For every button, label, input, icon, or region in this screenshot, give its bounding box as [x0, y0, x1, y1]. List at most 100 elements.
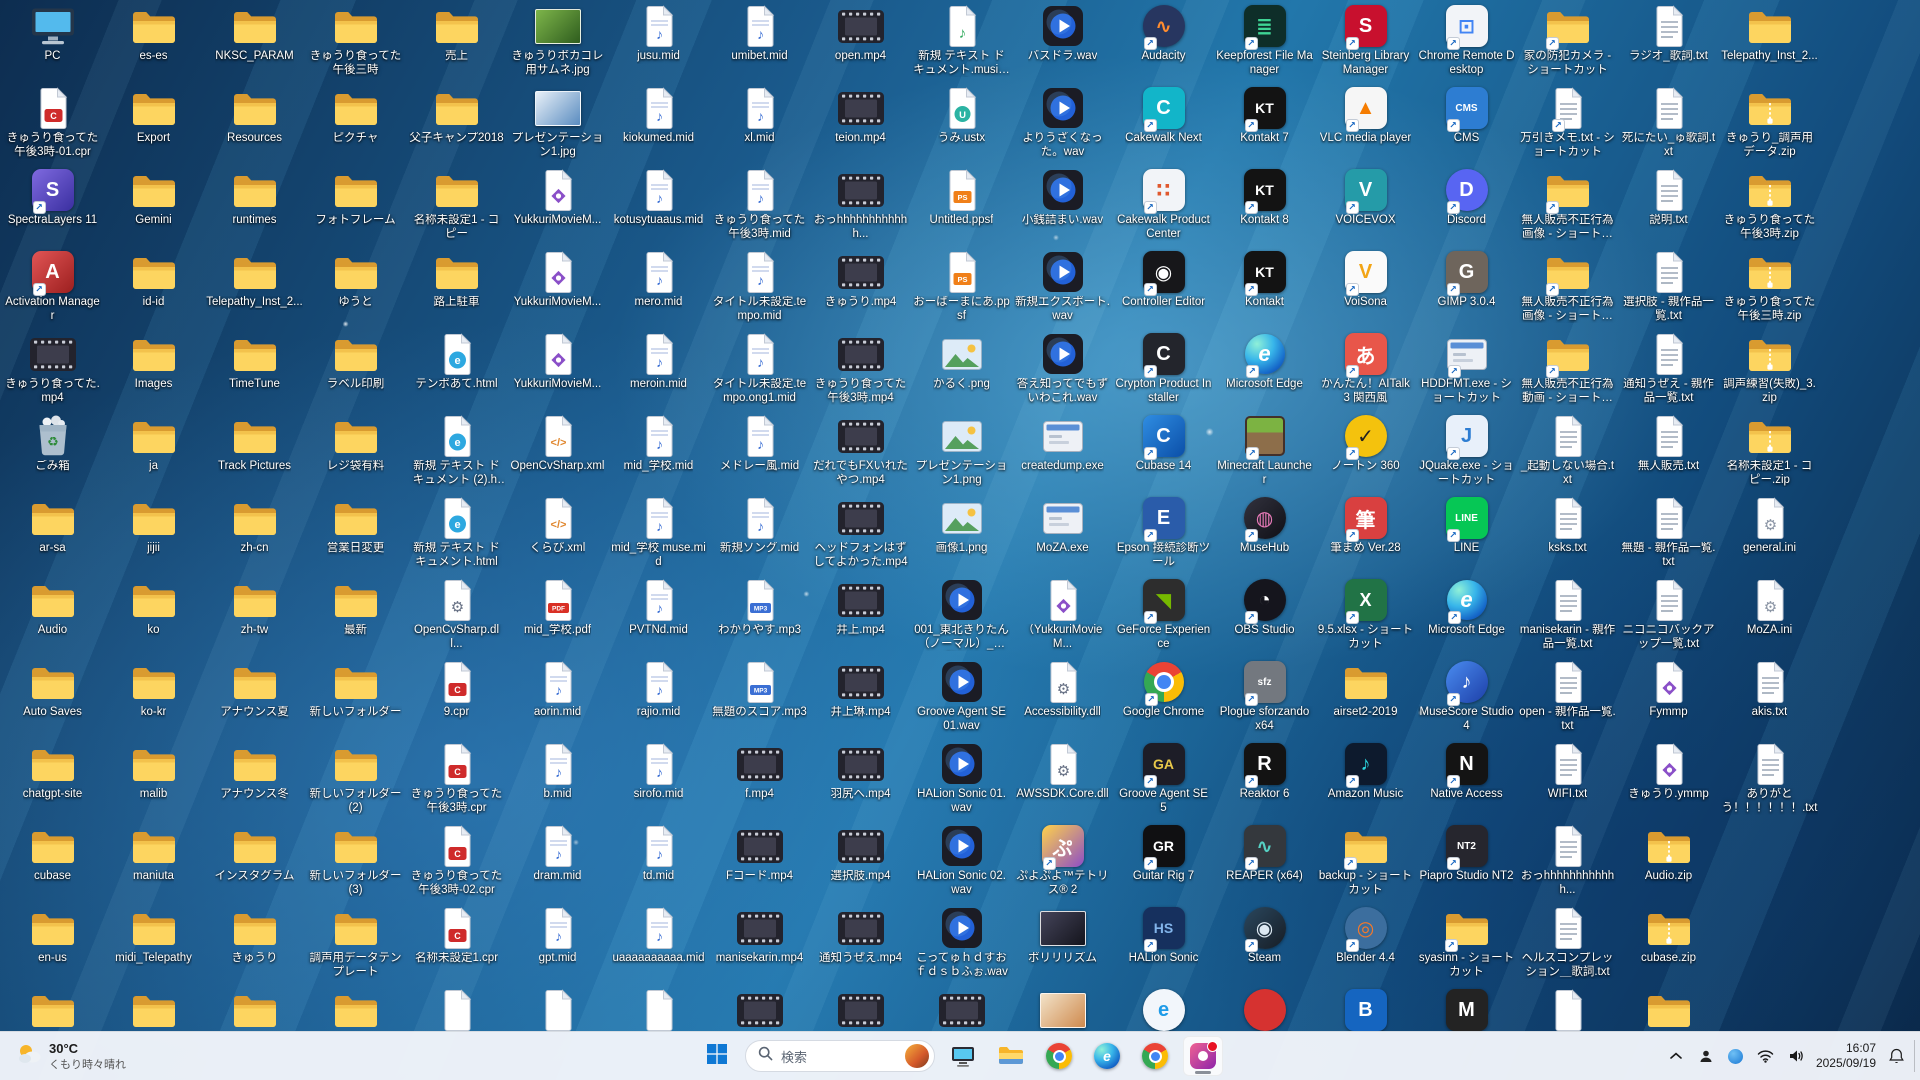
desktop-icon[interactable]: C9.cpr	[406, 656, 507, 738]
desktop-icon[interactable]: YukkuriMovieM...	[507, 246, 608, 328]
desktop-icon[interactable]: cubase.zip	[1618, 902, 1719, 984]
desktop-icon[interactable]: アナウンス冬	[204, 738, 305, 820]
desktop-icon[interactable]: ↗syasinn - ショートカット	[1416, 902, 1517, 984]
desktop-icon[interactable]: GA↗Groove Agent SE 5	[1113, 738, 1214, 820]
desktop-icon[interactable]: 小銭詰まい.wav	[1012, 164, 1113, 246]
desktop-icon[interactable]: KT↗Kontakt 7	[1214, 82, 1315, 164]
desktop-icon[interactable]: ニコニコバックアップ一覧.txt	[1618, 574, 1719, 656]
desktop-icon[interactable]: ♪aorin.mid	[507, 656, 608, 738]
desktop-icon[interactable]: MoZA.exe	[1012, 492, 1113, 574]
desktop-icon[interactable]: だれでもFXいれたやつ.mp4	[810, 410, 911, 492]
desktop-icon[interactable]: バスドラ.wav	[1012, 0, 1113, 82]
desktop-icon[interactable]: 新しいフォルダー	[305, 656, 406, 738]
desktop-icon[interactable]: プレゼンテーション1.png	[911, 410, 1012, 492]
desktop-icon[interactable]: PDFmid_学校.pdf	[507, 574, 608, 656]
desktop-icon[interactable]: id-id	[103, 246, 204, 328]
start-button[interactable]	[697, 1036, 737, 1076]
desktop-icon[interactable]: 無題 - 親作品一覧.txt	[1618, 492, 1719, 574]
desktop-icon[interactable]: 調声用データテンプレート	[305, 902, 406, 984]
desktop-icon[interactable]: ♪sirofo.mid	[608, 738, 709, 820]
desktop-icon[interactable]: X↗9.5.xlsx - ショートカット	[1315, 574, 1416, 656]
desktop-icon[interactable]: ↗Minecraft Launcher	[1214, 410, 1315, 492]
desktop-icon[interactable]: Telepathy_Inst_2...	[204, 246, 305, 328]
desktop-icon[interactable]: ↗無人販売不正行為動画 - ショートカット	[1517, 328, 1618, 410]
desktop-icon[interactable]: （YukkuriMovieM...	[1012, 574, 1113, 656]
desktop-icon[interactable]: ♪b.mid	[507, 738, 608, 820]
desktop-icon[interactable]: NT2↗Piapro Studio NT2	[1416, 820, 1517, 902]
desktop-icon[interactable]: ◉↗Controller Editor	[1113, 246, 1214, 328]
pinned-edge[interactable]: e	[1087, 1036, 1127, 1076]
pinned-chrome-secondary[interactable]	[1135, 1036, 1175, 1076]
desktop-icon[interactable]: C名称未設定1.cpr	[406, 902, 507, 984]
desktop-icon[interactable]: ヘルスコンプレッション＿歌詞.txt	[1517, 902, 1618, 984]
desktop-icon[interactable]: zh-cn	[204, 492, 305, 574]
desktop-icon[interactable]: きゅうり食ってた午後三時.zip	[1719, 246, 1820, 328]
desktop-icon[interactable]: ♪jusu.mid	[608, 0, 709, 82]
desktop-icon[interactable]: Fymmp	[1618, 656, 1719, 738]
desktop-icon[interactable]: en-us	[2, 902, 103, 984]
desktop-icon[interactable]: A↗Activation Manager	[2, 246, 103, 328]
desktop-icon[interactable]: Audio	[2, 574, 103, 656]
desktop-icon[interactable]: manisekarin - 親作品一覧.txt	[1517, 574, 1618, 656]
desktop-icon[interactable]: ♪uaaaaaaaaaa.mid	[608, 902, 709, 984]
desktop-icon[interactable]: フォトフレーム	[305, 164, 406, 246]
desktop-icon[interactable]: ◎↗Blender 4.4	[1315, 902, 1416, 984]
desktop-icon[interactable]: ♪mid_学校.mid	[608, 410, 709, 492]
desktop-icon[interactable]: </>くらび.xml	[507, 492, 608, 574]
desktop-icon[interactable]: ポリリリズム	[1012, 902, 1113, 984]
desktop-icon[interactable]: 最新	[305, 574, 406, 656]
desktop-icon[interactable]: PSUntitled.ppsf	[911, 164, 1012, 246]
desktop-icon[interactable]: Track Pictures	[204, 410, 305, 492]
desktop-icon[interactable]: malib	[103, 738, 204, 820]
desktop-icon[interactable]: Telepathy_Inst_2...	[1719, 0, 1820, 82]
desktop-icon[interactable]: KT↗Kontakt	[1214, 246, 1315, 328]
desktop-icon[interactable]: きゅうり.mp4	[810, 246, 911, 328]
desktop-icon[interactable]: アナウンス夏	[204, 656, 305, 738]
desktop-icon[interactable]: 選択肢 - 親作品一覧.txt	[1618, 246, 1719, 328]
desktop-icon[interactable]: f.mp4	[709, 738, 810, 820]
desktop-icon[interactable]: Cきゅうり食ってた午後3時-02.cpr	[406, 820, 507, 902]
desktop-icon[interactable]: きゅうり食ってた午後三時	[305, 0, 406, 82]
desktop-icon[interactable]: ぷ↗ぷよぷよ™テトリス® 2	[1012, 820, 1113, 902]
pinned-file-explorer[interactable]	[991, 1036, 1031, 1076]
desktop-icon[interactable]: ♪gpt.mid	[507, 902, 608, 984]
desktop-icon[interactable]: manisekarin.mp4	[709, 902, 810, 984]
desktop-icon[interactable]: ⚙OpenCvSharp.dll...	[406, 574, 507, 656]
desktop-icon[interactable]: ◍↗MuseHub	[1214, 492, 1315, 574]
desktop-icon[interactable]: E↗Epson 接続診断ツール	[1113, 492, 1214, 574]
desktop-icon[interactable]: インスタグラム	[204, 820, 305, 902]
desktop-icon[interactable]: C↗Cubase 14	[1113, 410, 1214, 492]
desktop-icon[interactable]: ko-kr	[103, 656, 204, 738]
desktop-icon[interactable]: 新規エクスポート.wav	[1012, 246, 1113, 328]
desktop-icon[interactable]: 答え知ってでもずいわこれ.wav	[1012, 328, 1113, 410]
desktop-icon[interactable]: ⚙Accessibility.dll	[1012, 656, 1113, 738]
desktop-icon[interactable]: ありがとう！！！！！！.txt	[1719, 738, 1820, 820]
desktop-icon[interactable]: 井上琳.mp4	[810, 656, 911, 738]
desktop-icon[interactable]: あ↗かんたん！AITalk 3 関西風	[1315, 328, 1416, 410]
desktop-icon[interactable]: LINE↗LINE	[1416, 492, 1517, 574]
desktop-icon[interactable]: 無人販売.txt	[1618, 410, 1719, 492]
desktop-icon[interactable]: ∿↗Audacity	[1113, 0, 1214, 82]
desktop-icon[interactable]: ↗Google Chrome	[1113, 656, 1214, 738]
desktop-icon[interactable]: Gemini	[103, 164, 204, 246]
desktop-icon[interactable]: 井上.mp4	[810, 574, 911, 656]
desktop-icon[interactable]: createdump.exe	[1012, 410, 1113, 492]
desktop-icon[interactable]: S↗SpectraLayers 11	[2, 164, 103, 246]
desktop-icon[interactable]: Uうみ.ustx	[911, 82, 1012, 164]
desktop-icon[interactable]: HS↗HALion Sonic	[1113, 902, 1214, 984]
desktop-icon[interactable]: 路上駐車	[406, 246, 507, 328]
desktop-icon[interactable]: D↗Discord	[1416, 164, 1517, 246]
desktop-icon[interactable]: 死にたい_ゅ歌詞.txt	[1618, 82, 1719, 164]
taskbar-clock[interactable]: 16:07 2025/09/19	[1816, 1041, 1876, 1071]
desktop-icon[interactable]: airset2-2019	[1315, 656, 1416, 738]
desktop-icon[interactable]: C↗Crypton Product Installer	[1113, 328, 1214, 410]
pinned-media-app[interactable]	[1183, 1036, 1223, 1076]
desktop-icon[interactable]: jijii	[103, 492, 204, 574]
desktop-icon[interactable]: ↗HDDFMT.exe - ショートカット	[1416, 328, 1517, 410]
desktop-icon[interactable]: es-es	[103, 0, 204, 82]
desktop-icon[interactable]: ◔↗OBS Studio	[1214, 574, 1315, 656]
desktop-icon[interactable]: ↗万引きメモ.txt - ショートカット	[1517, 82, 1618, 164]
desktop-icon[interactable]: ksks.txt	[1517, 492, 1618, 574]
desktop-icon[interactable]: CMS↗CMS	[1416, 82, 1517, 164]
desktop-icon[interactable]: ↗backup - ショートカット	[1315, 820, 1416, 902]
